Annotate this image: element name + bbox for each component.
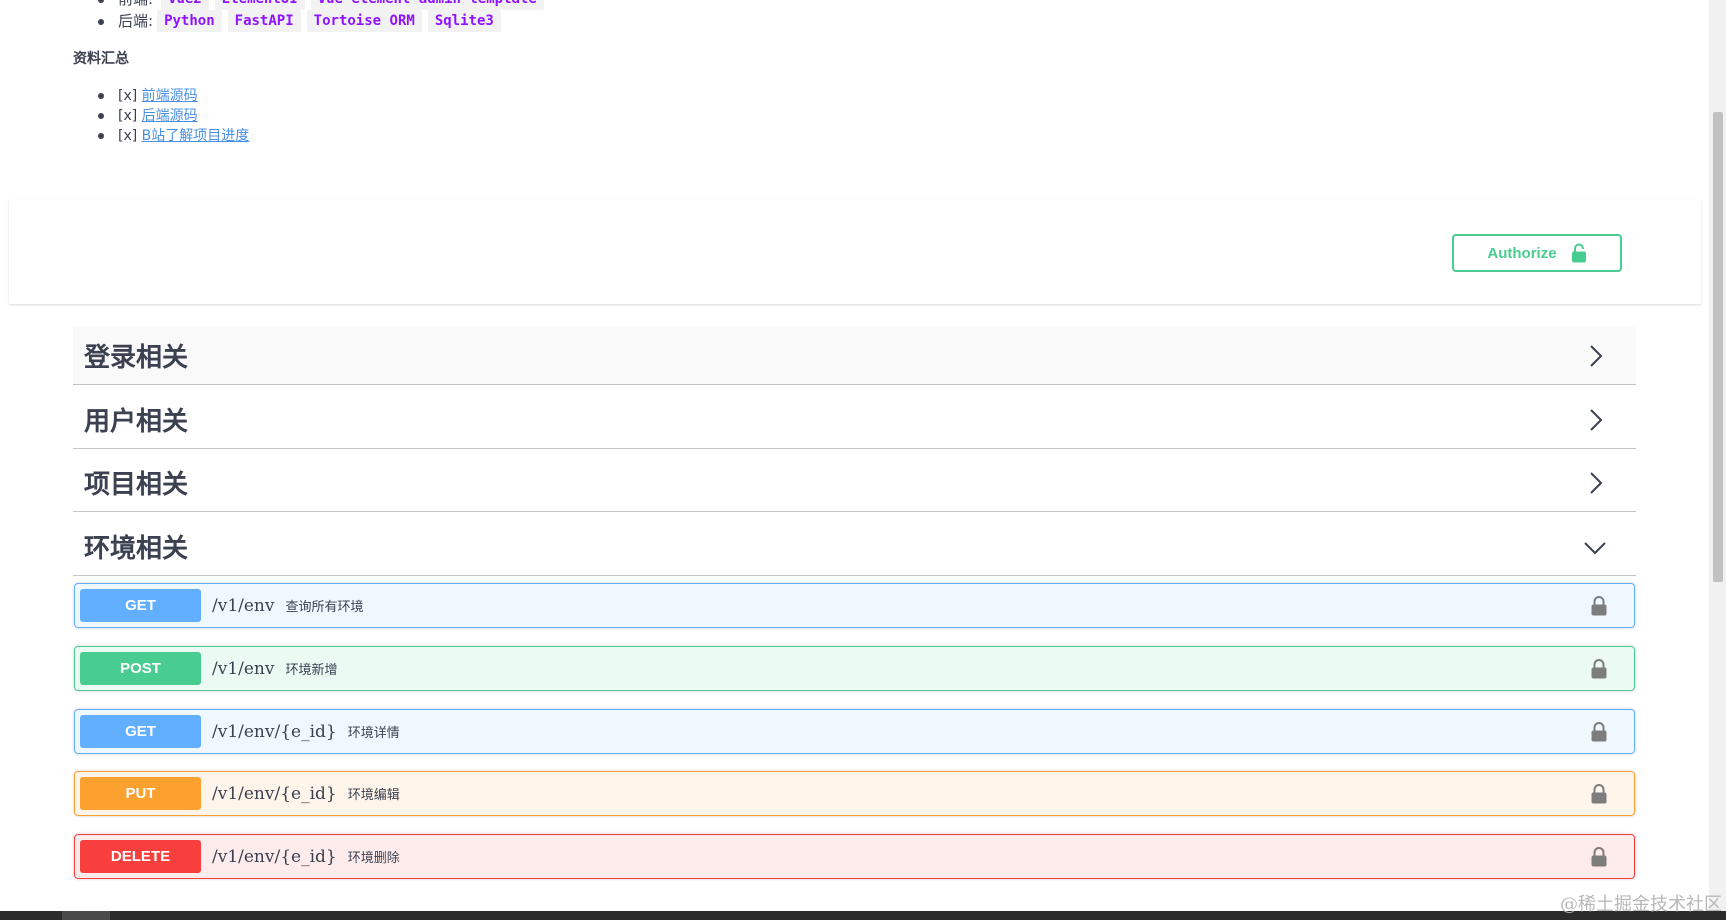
operation-put-env[interactable]: PUT /v1/env/{e_id} 环境编辑	[74, 771, 1635, 816]
backend-label: 后端:	[118, 12, 154, 30]
section-project[interactable]: 项目相关	[73, 454, 1636, 512]
operation-summary: 环境编辑	[347, 788, 400, 803]
method-badge: GET	[80, 589, 201, 622]
frontend-source-link[interactable]: 前端源码	[142, 88, 198, 104]
checkbox-marker: [x]	[118, 128, 138, 144]
operation-summary: 环境删除	[347, 851, 400, 866]
lock-icon[interactable]	[1590, 846, 1608, 868]
authorize-button[interactable]: Authorize	[1452, 234, 1622, 272]
lock-icon[interactable]	[1590, 721, 1608, 743]
operation-summary: 查询所有环境	[285, 600, 364, 615]
watermark: @稀土掘金技术社区	[1560, 894, 1722, 915]
frontend-stack: 前端: Vue2 ElementUI Vue element admin tem…	[98, 0, 550, 10]
taskbar-strip	[0, 911, 1726, 920]
lock-icon[interactable]	[1590, 595, 1608, 617]
lock-open-icon	[1571, 243, 1586, 263]
scheme-container	[9, 200, 1701, 304]
lock-icon[interactable]	[1590, 658, 1608, 680]
taskbar-segment	[62, 911, 110, 920]
tech-tag: Tortoise ORM	[306, 10, 422, 32]
operation-summary: 环境详情	[347, 726, 400, 741]
chevron-right-icon[interactable]	[1580, 341, 1610, 371]
operation-path: /v1/env/{e_id}	[212, 721, 337, 742]
frontend-label: 前端:	[118, 0, 153, 10]
tech-stack-list: 前端: Vue2 ElementUI Vue element admin tem…	[98, 0, 550, 32]
method-badge: POST	[80, 652, 201, 685]
operation-path: /v1/env	[212, 595, 275, 616]
chevron-right-icon[interactable]	[1580, 468, 1610, 498]
backend-stack: 后端: Python FastAPI Tortoise ORM Sqlite3	[98, 10, 550, 32]
chevron-down-icon[interactable]	[1580, 532, 1610, 562]
lock-icon[interactable]	[1590, 783, 1608, 805]
method-badge: GET	[80, 715, 201, 748]
tech-tag: ElementUI	[214, 0, 305, 10]
list-item: [x] 后端源码	[97, 106, 249, 126]
operation-post-env[interactable]: POST /v1/env 环境新增	[74, 646, 1635, 691]
section-login[interactable]: 登录相关	[73, 327, 1636, 385]
section-user[interactable]: 用户相关	[73, 391, 1636, 449]
resources-title: 资料汇总	[73, 51, 129, 67]
tech-tag: Vue2	[161, 0, 209, 10]
chevron-right-icon[interactable]	[1580, 405, 1610, 435]
section-environment[interactable]: 环境相关	[73, 518, 1636, 576]
operation-path: /v1/env/{e_id}	[212, 846, 337, 867]
list-item: [x] 前端源码	[97, 86, 249, 106]
method-badge: PUT	[80, 777, 201, 810]
authorize-label: Authorize	[1487, 244, 1557, 262]
tech-tag: Python	[157, 10, 222, 32]
resources-list: [x] 前端源码 [x] 后端源码 [x] B站了解项目进度	[97, 86, 250, 146]
operation-path: /v1/env/{e_id}	[212, 783, 337, 804]
operation-delete-env[interactable]: DELETE /v1/env/{e_id} 环境删除	[74, 834, 1635, 879]
section-title: 登录相关	[84, 343, 189, 373]
operation-path: /v1/env	[212, 658, 275, 679]
method-badge: DELETE	[80, 840, 201, 873]
bilibili-progress-link[interactable]: B站了解项目进度	[142, 128, 250, 144]
operation-get-env-detail[interactable]: GET /v1/env/{e_id} 环境详情	[74, 709, 1635, 754]
checkbox-marker: [x]	[118, 88, 138, 104]
section-title: 环境相关	[84, 534, 189, 564]
vertical-scrollbar[interactable]	[1709, 0, 1726, 912]
section-title: 项目相关	[84, 470, 189, 500]
operation-summary: 环境新增	[285, 663, 338, 678]
operation-get-env[interactable]: GET /v1/env 查询所有环境	[74, 583, 1635, 628]
list-item: [x] B站了解项目进度	[97, 126, 250, 146]
tech-tag: Sqlite3	[427, 10, 501, 32]
checkbox-marker: [x]	[118, 108, 138, 124]
tech-tag: Vue element admin template	[310, 0, 544, 10]
section-title: 用户相关	[84, 407, 189, 437]
tech-tag: FastAPI	[227, 10, 301, 32]
backend-source-link[interactable]: 后端源码	[142, 108, 198, 124]
scrollbar-thumb[interactable]	[1713, 112, 1723, 582]
